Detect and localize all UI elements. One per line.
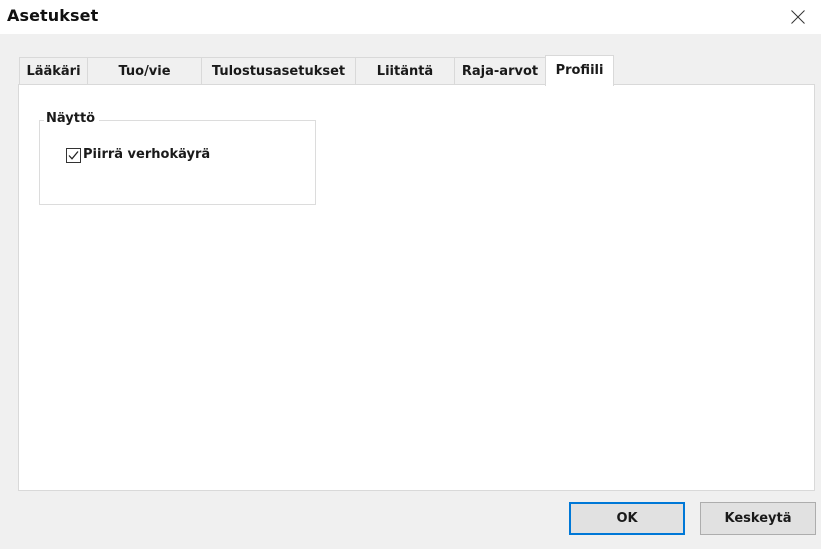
tab-laakari[interactable]: Lääkäri	[19, 57, 88, 85]
tab-tulostusasetukset[interactable]: Tulostusasetukset	[201, 57, 356, 85]
tab-raja-arvot[interactable]: Raja-arvot	[454, 57, 546, 85]
curtain-curve-checkbox[interactable]	[66, 148, 81, 163]
title-bar: Asetukset	[0, 0, 821, 34]
settings-dialog: Asetukset Lääkäri Tuo/vie Tulostusasetuk…	[0, 0, 821, 549]
tab-tuo-vie[interactable]: Tuo/vie	[87, 57, 202, 85]
ok-button[interactable]: OK	[569, 502, 685, 535]
curtain-curve-checkbox-label: Piirrä verhokäyrä	[83, 147, 211, 162]
tab-profiili[interactable]: Profiili	[545, 55, 614, 86]
close-button[interactable]	[775, 0, 821, 34]
cancel-button[interactable]: Keskeytä	[700, 502, 816, 535]
tab-panel-profiili: Näyttö Piirrä verhokäyrä	[18, 84, 815, 491]
checkmark-icon	[68, 151, 79, 160]
display-groupbox: Näyttö Piirrä verhokäyrä	[39, 111, 316, 205]
close-icon	[791, 10, 805, 24]
tab-liitanta[interactable]: Liitäntä	[355, 57, 455, 85]
window-title: Asetukset	[7, 6, 99, 25]
display-group-legend: Näyttö	[44, 111, 100, 126]
